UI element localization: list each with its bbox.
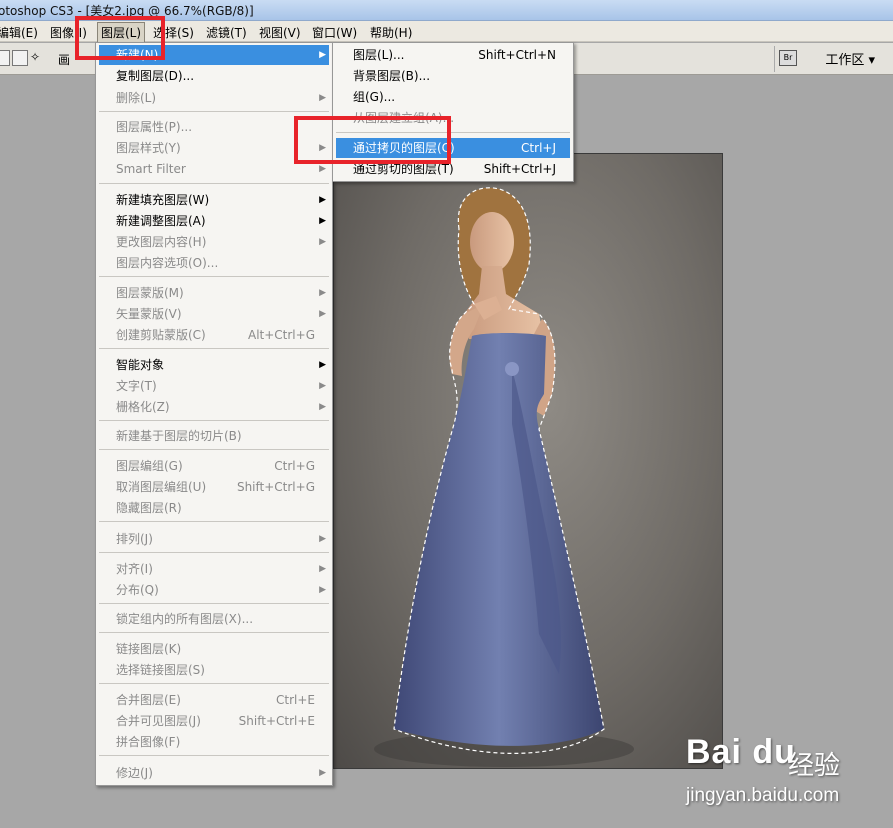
- menu-item-ungroup-layers[interactable]: 取消图层编组(U) Shift+Ctrl+G: [99, 477, 329, 497]
- menu-item-vector-mask[interactable]: 矢量蒙版(V) ▶: [99, 304, 329, 324]
- woman-photo: [374, 187, 634, 767]
- menu-window[interactable]: 窗口(W): [312, 24, 357, 41]
- menu-filter[interactable]: 滤镜(T): [206, 24, 247, 41]
- menu-separator: [99, 449, 329, 450]
- bridge-icon[interactable]: Br: [779, 50, 797, 66]
- submenu-arrow-icon: ▶: [319, 288, 326, 298]
- submenu-item-background-layer[interactable]: 背景图层(B)...: [336, 66, 570, 86]
- submenu-arrow-icon: ▶: [319, 564, 326, 574]
- menu-separator: [99, 603, 329, 604]
- workspace-button[interactable]: 工作区 ▾: [825, 49, 875, 68]
- menu-item-delete[interactable]: 删除(L) ▶: [99, 88, 329, 108]
- submenu-arrow-icon: ▶: [319, 534, 326, 544]
- menu-item-align[interactable]: 对齐(I) ▶: [99, 559, 329, 579]
- submenu-arrow-icon: ▶: [319, 360, 326, 370]
- menu-item-new-layer-based-slice[interactable]: 新建基于图层的切片(B): [99, 426, 329, 446]
- annotation-box-copy-layer: [294, 116, 451, 164]
- submenu-arrow-icon: ▶: [319, 237, 326, 247]
- menu-separator: [99, 111, 329, 112]
- menu-separator: [99, 552, 329, 553]
- submenu-item-group[interactable]: 组(G)...: [336, 87, 570, 107]
- submenu-item-layer[interactable]: 图层(L)... Shift+Ctrl+N: [336, 45, 570, 65]
- menu-item-layer-content-options[interactable]: 图层内容选项(O)...: [99, 253, 329, 273]
- menu-item-new-adjustment-layer[interactable]: 新建调整图层(A) ▶: [99, 211, 329, 231]
- watermark-url: jingyan.baidu.com: [686, 785, 840, 806]
- baidu-watermark: Bai du 经验 jingyan.baidu.com: [686, 733, 840, 806]
- menu-item-matting[interactable]: 修边(J) ▶: [99, 763, 329, 783]
- menu-item-flatten-image[interactable]: 拼合图像(F): [99, 732, 329, 752]
- annotation-box-layer-menu: [75, 16, 165, 60]
- menu-item-change-layer-content[interactable]: 更改图层内容(H) ▶: [99, 232, 329, 252]
- menu-item-arrange[interactable]: 排列(J) ▶: [99, 529, 329, 549]
- menu-item-group-layers[interactable]: 图层编组(G) Ctrl+G: [99, 456, 329, 476]
- magic-wand-icon[interactable]: ✧: [30, 50, 46, 66]
- menu-separator: [99, 632, 329, 633]
- menu-separator: [99, 183, 329, 184]
- menu-item-type[interactable]: 文字(T) ▶: [99, 376, 329, 396]
- menu-help[interactable]: 帮助(H): [370, 24, 412, 41]
- menu-item-link-layers[interactable]: 链接图层(K): [99, 639, 329, 659]
- submenu-arrow-icon: ▶: [319, 585, 326, 595]
- menu-edit[interactable]: 编辑(E): [0, 24, 38, 41]
- submenu-arrow-icon: ▶: [319, 195, 326, 205]
- baidu-logo: Bai du: [686, 733, 796, 771]
- menu-item-select-linked-layers[interactable]: 选择链接图层(S): [99, 660, 329, 680]
- menu-item-new-fill-layer[interactable]: 新建填充图层(W) ▶: [99, 190, 329, 210]
- menu-separator: [99, 521, 329, 522]
- submenu-arrow-icon: ▶: [319, 402, 326, 412]
- menu-separator: [99, 683, 329, 684]
- marquee-mode-icon[interactable]: [12, 50, 28, 66]
- toolbar-separator: [774, 46, 775, 72]
- menu-item-layer-mask[interactable]: 图层蒙版(M) ▶: [99, 283, 329, 303]
- menu-separator: [99, 755, 329, 756]
- menu-view[interactable]: 视图(V): [259, 24, 301, 41]
- submenu-arrow-icon: ▶: [319, 381, 326, 391]
- menu-item-merge-visible[interactable]: 合并可见图层(J) Shift+Ctrl+E: [99, 711, 329, 731]
- menu-separator: [99, 276, 329, 277]
- menu-separator: [99, 420, 329, 421]
- watermark-text: 经验: [788, 751, 841, 781]
- menu-separator: [99, 348, 329, 349]
- submenu-arrow-icon: ▶: [319, 50, 326, 60]
- submenu-arrow-icon: ▶: [319, 768, 326, 778]
- image-canvas[interactable]: [333, 153, 723, 769]
- submenu-arrow-icon: ▶: [319, 216, 326, 226]
- menu-item-merge-layers[interactable]: 合并图层(E) Ctrl+E: [99, 690, 329, 710]
- menu-item-duplicate-layer[interactable]: 复制图层(D)...: [99, 66, 329, 86]
- menu-item-rasterize[interactable]: 栅格化(Z) ▶: [99, 397, 329, 417]
- menu-item-create-clipping-mask[interactable]: 创建剪贴蒙版(C) Alt+Ctrl+G: [99, 325, 329, 345]
- tool-icon-partial[interactable]: [0, 50, 10, 66]
- submenu-arrow-icon: ▶: [319, 93, 326, 103]
- submenu-arrow-icon: ▶: [319, 309, 326, 319]
- menu-item-distribute[interactable]: 分布(Q) ▶: [99, 580, 329, 600]
- menu-item-lock-all-layers-in-group[interactable]: 锁定组内的所有图层(X)...: [99, 609, 329, 629]
- toolbar-button[interactable]: 画: [58, 51, 70, 68]
- menu-item-smart-object[interactable]: 智能对象 ▶: [99, 355, 329, 375]
- menu-item-hide-layers[interactable]: 隐藏图层(R): [99, 498, 329, 518]
